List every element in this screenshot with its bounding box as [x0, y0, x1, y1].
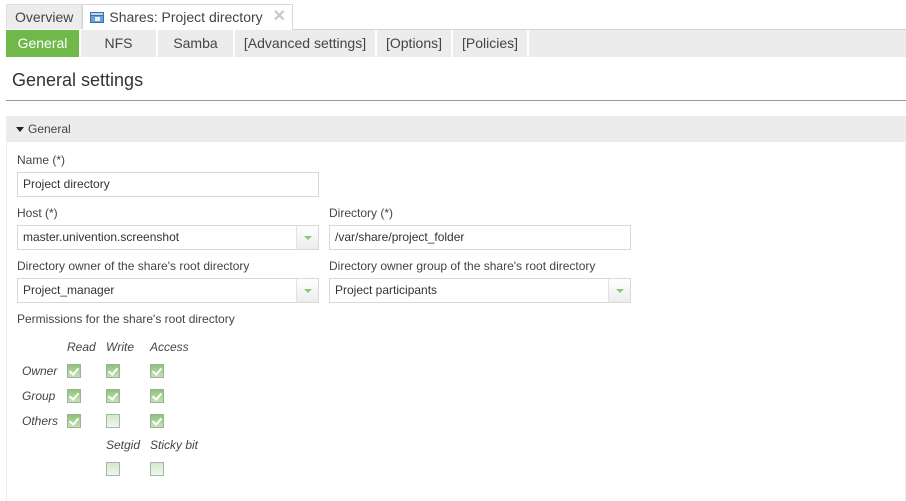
chevron-down-icon [304, 289, 312, 293]
group-write-checkbox[interactable] [106, 389, 120, 403]
directory-label: Directory (*) [329, 206, 394, 220]
top-tab-bar: Overview Shares: Project directory ✕ [6, 4, 294, 30]
others-access-checkbox[interactable] [150, 414, 164, 428]
subtab-options[interactable]: [Options] [377, 30, 453, 57]
owner-dropdown-button[interactable] [296, 279, 318, 302]
owner-select[interactable]: Project_manager [17, 278, 319, 303]
title-divider [6, 100, 906, 101]
group-select[interactable]: Project participants [329, 278, 631, 303]
sticky-bit-checkbox[interactable] [150, 462, 164, 476]
group-value: Project participants [335, 283, 438, 297]
setgid-label: Setgid [106, 438, 141, 452]
sub-tab-bar: General NFS Samba [Advanced settings] [O… [6, 30, 906, 57]
subtab-policies[interactable]: [Policies] [453, 30, 529, 57]
subtab-advanced-settings[interactable]: [Advanced settings] [235, 30, 377, 57]
group-label: Directory owner group of the share's roo… [329, 259, 596, 273]
col-access: Access [150, 340, 189, 354]
page-title: General settings [12, 70, 144, 90]
chevron-down-icon [304, 236, 312, 240]
tab-label: Shares: Project directory [109, 8, 263, 25]
owner-value: Project_manager [23, 283, 115, 297]
group-dropdown-button[interactable] [608, 279, 630, 302]
owner-read-checkbox[interactable] [67, 364, 81, 378]
group-access-checkbox[interactable] [150, 389, 164, 403]
owner-access-checkbox[interactable] [150, 364, 164, 378]
name-label: Name (*) [17, 153, 66, 167]
host-label: Host (*) [17, 206, 58, 220]
tab-overview[interactable]: Overview [6, 4, 83, 29]
subtab-general[interactable]: General [6, 30, 81, 57]
name-input[interactable]: Project directory [17, 172, 319, 197]
row-others: Others [22, 414, 59, 428]
others-read-checkbox[interactable] [67, 414, 81, 428]
directory-input[interactable]: /var/share/project_folder [329, 225, 631, 250]
permissions-label: Permissions for the share's root directo… [17, 312, 235, 326]
close-icon[interactable]: ✕ [273, 9, 286, 25]
subtab-samba[interactable]: Samba [158, 30, 235, 57]
host-value: master.univention.screenshot [23, 230, 180, 244]
section-title: General [28, 122, 71, 136]
subtab-nfs[interactable]: NFS [81, 30, 158, 57]
col-write: Write [106, 340, 134, 354]
others-write-checkbox[interactable] [106, 414, 120, 428]
chevron-down-icon [616, 289, 624, 293]
caret-down-icon [16, 127, 24, 132]
row-owner: Owner [22, 364, 58, 378]
row-group: Group [22, 389, 56, 403]
owner-write-checkbox[interactable] [106, 364, 120, 378]
share-icon [90, 11, 105, 23]
host-dropdown-button[interactable] [296, 226, 318, 249]
sticky-bit-label: Sticky bit [150, 438, 199, 452]
host-select[interactable]: master.univention.screenshot [17, 225, 319, 250]
col-read: Read [67, 340, 96, 354]
tab-shares-project-directory[interactable]: Shares: Project directory ✕ [82, 4, 294, 30]
section-header-general[interactable]: General [7, 116, 905, 142]
setgid-checkbox[interactable] [106, 462, 120, 476]
group-read-checkbox[interactable] [67, 389, 81, 403]
owner-label: Directory owner of the share's root dire… [17, 259, 250, 273]
